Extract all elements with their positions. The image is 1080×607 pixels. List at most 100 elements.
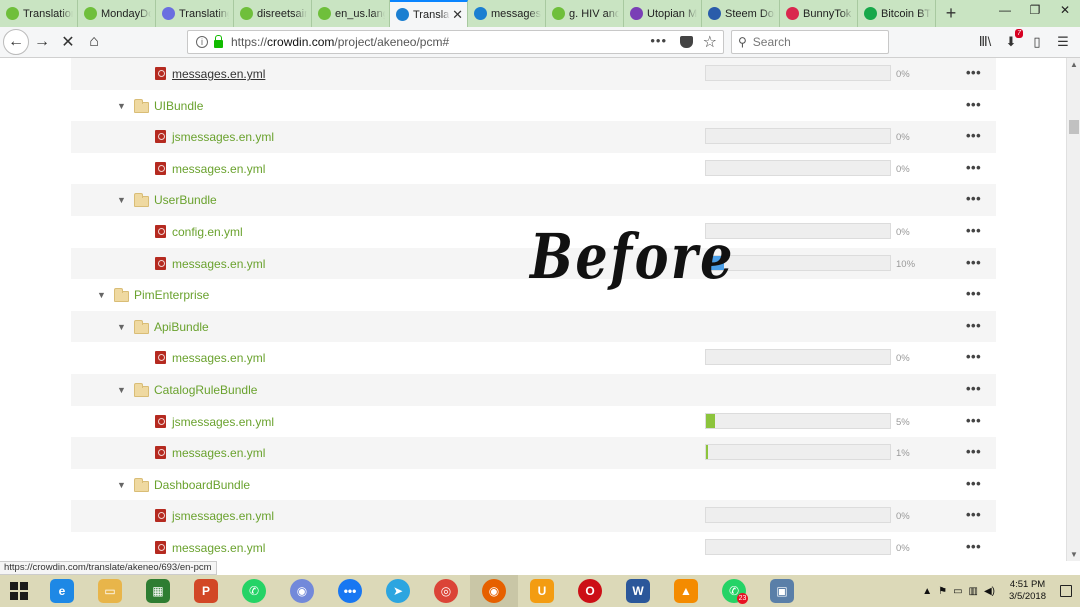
- file-name-link[interactable]: messages.en.yml: [172, 67, 265, 81]
- row-menu-icon[interactable]: •••: [966, 507, 981, 522]
- taskbar-app-whatsapp-desktop[interactable]: ✆ 23: [710, 575, 758, 607]
- row-menu-icon[interactable]: •••: [966, 444, 981, 459]
- folder-row[interactable]: ▼ DashboardBundle •••: [71, 469, 996, 501]
- file-name-link[interactable]: messages.en.yml: [172, 257, 265, 271]
- folder-name[interactable]: CatalogRuleBundle: [154, 383, 257, 397]
- file-row[interactable]: jsmessages.en.yml 0% •••: [71, 500, 996, 532]
- folder-name[interactable]: UserBundle: [154, 193, 217, 207]
- taskbar-app-vlc[interactable]: ▲: [662, 575, 710, 607]
- collapse-toggle-icon[interactable]: ▼: [117, 101, 126, 111]
- notifications-icon[interactable]: [1060, 585, 1072, 597]
- folder-row[interactable]: ▼ CatalogRuleBundle •••: [71, 374, 996, 406]
- file-name-link[interactable]: messages.en.yml: [172, 446, 265, 460]
- taskbar-app-uc-browser[interactable]: U: [518, 575, 566, 607]
- collapse-toggle-icon[interactable]: ▼: [117, 385, 126, 395]
- browser-tab[interactable]: MondayDo: [78, 0, 156, 27]
- vertical-scrollbar[interactable]: ▲ ▼: [1066, 58, 1080, 561]
- file-row[interactable]: messages.en.yml 0% •••: [71, 153, 996, 185]
- row-menu-icon[interactable]: •••: [966, 381, 981, 396]
- file-name-link[interactable]: messages.en.yml: [172, 162, 265, 176]
- taskbar-app-firefox[interactable]: ◉: [470, 575, 518, 607]
- file-row[interactable]: messages.en.yml 0% •••: [71, 58, 996, 90]
- browser-tab[interactable]: g. HIV and: [546, 0, 624, 27]
- scroll-down-icon[interactable]: ▼: [1070, 550, 1078, 559]
- browser-tab[interactable]: disreetsain: [234, 0, 312, 27]
- library-icon[interactable]: Ⅲ\: [974, 31, 996, 53]
- file-name-link[interactable]: jsmessages.en.yml: [172, 509, 274, 523]
- browser-tab[interactable]: Transla ✕: [390, 0, 468, 27]
- browser-tab[interactable]: Translating: [156, 0, 234, 27]
- taskbar-app-discord[interactable]: ◉: [278, 575, 326, 607]
- sidebar-icon[interactable]: ▯: [1026, 31, 1048, 53]
- bookmark-star-icon[interactable]: ☆: [703, 32, 717, 52]
- network-icon[interactable]: ▥: [969, 586, 978, 597]
- file-name-link[interactable]: jsmessages.en.yml: [172, 415, 274, 429]
- taskbar-app-word[interactable]: W: [614, 575, 662, 607]
- file-row[interactable]: jsmessages.en.yml 0% •••: [71, 121, 996, 153]
- collapse-toggle-icon[interactable]: ▼: [117, 480, 126, 490]
- url-bar[interactable]: i https://crowdin.com/project/akeneo/pcm…: [187, 30, 724, 54]
- tab-close-icon[interactable]: ✕: [452, 7, 463, 23]
- start-button[interactable]: [0, 575, 38, 607]
- scroll-up-icon[interactable]: ▲: [1070, 60, 1078, 69]
- file-name-link[interactable]: config.en.yml: [172, 225, 243, 239]
- extension-icon[interactable]: ⬇ 7: [1000, 29, 1023, 53]
- folder-name[interactable]: PimEnterprise: [134, 288, 209, 302]
- row-menu-icon[interactable]: •••: [966, 97, 981, 112]
- scrollbar-thumb[interactable]: [1069, 120, 1079, 134]
- row-menu-icon[interactable]: •••: [966, 160, 981, 175]
- folder-row[interactable]: ▼ UserBundle •••: [71, 184, 996, 216]
- folder-name[interactable]: ApiBundle: [154, 320, 209, 334]
- browser-tab[interactable]: Bitcoin BT: [858, 0, 936, 27]
- taskbar-app-photos[interactable]: ▣: [758, 575, 806, 607]
- tray-app-icon[interactable]: ⚑: [938, 586, 947, 597]
- collapse-toggle-icon[interactable]: ▼: [97, 290, 106, 300]
- row-menu-icon[interactable]: •••: [966, 476, 981, 491]
- lock-icon[interactable]: [214, 34, 223, 48]
- stop-button[interactable]: ✕: [55, 29, 81, 55]
- file-row[interactable]: messages.en.yml 1% •••: [71, 437, 996, 469]
- taskbar-app-telegram[interactable]: ➤: [374, 575, 422, 607]
- tray-chevron-icon[interactable]: ▲: [922, 586, 932, 597]
- minimize-icon[interactable]: —: [990, 0, 1020, 24]
- file-row[interactable]: messages.en.yml 0% •••: [71, 532, 996, 561]
- menu-icon[interactable]: ☰: [1052, 31, 1074, 53]
- volume-icon[interactable]: ◀): [984, 586, 995, 597]
- new-tab-button[interactable]: +: [936, 0, 966, 27]
- row-menu-icon[interactable]: •••: [966, 255, 981, 270]
- row-menu-icon[interactable]: •••: [966, 318, 981, 333]
- taskbar-app-messenger[interactable]: •••: [326, 575, 374, 607]
- browser-tab[interactable]: BunnyTok: [780, 0, 858, 27]
- pocket-icon[interactable]: [680, 36, 693, 48]
- info-icon[interactable]: i: [196, 36, 208, 48]
- file-name-link[interactable]: messages.en.yml: [172, 541, 265, 555]
- collapse-toggle-icon[interactable]: ▼: [117, 195, 126, 205]
- row-menu-icon[interactable]: •••: [966, 128, 981, 143]
- battery-icon[interactable]: ▭: [953, 586, 962, 597]
- home-button[interactable]: ⌂: [81, 29, 107, 55]
- clock[interactable]: 4:51 PM 3/5/2018: [1009, 579, 1046, 603]
- file-row[interactable]: messages.en.yml 0% •••: [71, 342, 996, 374]
- folder-row[interactable]: ▼ UIBundle •••: [71, 90, 996, 122]
- taskbar-app-powerpoint[interactable]: P: [182, 575, 230, 607]
- browser-tab[interactable]: Utopian M: [624, 0, 702, 27]
- url-text[interactable]: https://crowdin.com/project/akeneo/pcm#: [231, 35, 449, 49]
- taskbar-app-whatsapp[interactable]: ✆: [230, 575, 278, 607]
- row-menu-icon[interactable]: •••: [966, 223, 981, 238]
- taskbar-app-opera[interactable]: O: [566, 575, 614, 607]
- taskbar-app-file-explorer[interactable]: ▭: [86, 575, 134, 607]
- restore-icon[interactable]: ❐: [1020, 0, 1050, 24]
- page-actions-icon[interactable]: •••: [650, 33, 667, 48]
- row-menu-icon[interactable]: •••: [966, 413, 981, 428]
- back-button[interactable]: ←: [3, 29, 29, 55]
- folder-name[interactable]: UIBundle: [154, 99, 203, 113]
- taskbar-app-chrome[interactable]: ◎: [422, 575, 470, 607]
- taskbar-app-store[interactable]: ▦: [134, 575, 182, 607]
- browser-tab[interactable]: messages.: [468, 0, 546, 27]
- file-name-link[interactable]: jsmessages.en.yml: [172, 130, 274, 144]
- row-menu-icon[interactable]: •••: [966, 191, 981, 206]
- browser-tab[interactable]: en_us.lang: [312, 0, 390, 27]
- browser-tab[interactable]: Translation: [0, 0, 78, 27]
- collapse-toggle-icon[interactable]: ▼: [117, 322, 126, 332]
- row-menu-icon[interactable]: •••: [966, 65, 981, 80]
